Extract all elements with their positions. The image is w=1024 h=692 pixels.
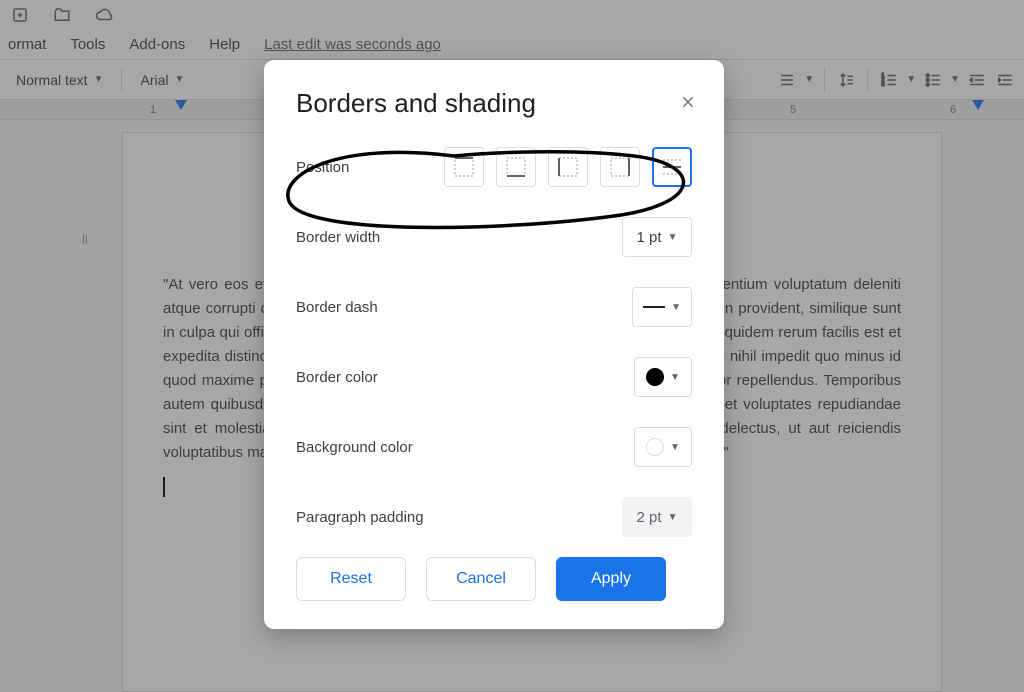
paragraph-padding-label: Paragraph padding	[296, 509, 424, 526]
row-border-color: Border color ▼	[296, 357, 692, 397]
position-label: Position	[296, 159, 349, 176]
solid-line-icon	[643, 303, 665, 311]
chevron-down-icon: ▼	[671, 302, 681, 313]
border-width-picker[interactable]: 1 pt ▼	[622, 217, 692, 257]
position-button-group	[444, 147, 692, 187]
chevron-down-icon: ▼	[668, 512, 678, 523]
apply-button[interactable]: Apply	[556, 557, 666, 601]
row-border-dash: Border dash ▼	[296, 287, 692, 327]
chevron-down-icon: ▼	[670, 442, 680, 453]
border-color-label: Border color	[296, 369, 378, 386]
borders-shading-dialog: Borders and shading Position	[264, 60, 724, 629]
color-swatch-black-icon	[646, 368, 664, 386]
paragraph-padding-value: 2 pt	[637, 509, 662, 526]
position-between-button[interactable]	[652, 147, 692, 187]
background-color-label: Background color	[296, 439, 413, 456]
row-paragraph-padding: Paragraph padding 2 pt ▼	[296, 497, 692, 537]
reset-button[interactable]: Reset	[296, 557, 406, 601]
border-dash-picker[interactable]: ▼	[632, 287, 692, 327]
border-color-picker[interactable]: ▼	[634, 357, 692, 397]
border-width-label: Border width	[296, 229, 380, 246]
close-button[interactable]	[674, 88, 702, 116]
color-swatch-none-icon	[646, 438, 664, 456]
row-border-width: Border width 1 pt ▼	[296, 217, 692, 257]
paragraph-padding-picker[interactable]: 2 pt ▼	[622, 497, 692, 537]
dialog-title: Borders and shading	[296, 88, 692, 119]
row-position: Position	[296, 147, 692, 187]
border-width-value: 1 pt	[637, 229, 662, 246]
chevron-down-icon: ▼	[668, 232, 678, 243]
border-dash-label: Border dash	[296, 299, 378, 316]
background-color-picker[interactable]: ▼	[634, 427, 692, 467]
chevron-down-icon: ▼	[670, 372, 680, 383]
cancel-button[interactable]: Cancel	[426, 557, 536, 601]
position-bottom-button[interactable]	[496, 147, 536, 187]
position-right-button[interactable]	[600, 147, 640, 187]
row-background-color: Background color ▼	[296, 427, 692, 467]
dialog-footer: Reset Cancel Apply	[296, 557, 692, 601]
position-top-button[interactable]	[444, 147, 484, 187]
position-left-button[interactable]	[548, 147, 588, 187]
